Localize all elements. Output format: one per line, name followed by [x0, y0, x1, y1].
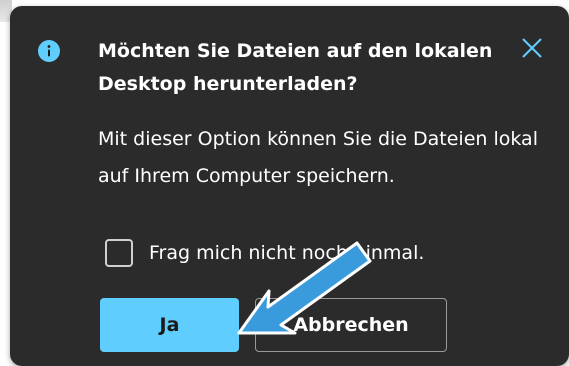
info-icon: [38, 40, 60, 62]
cancel-button[interactable]: Abbrechen: [255, 298, 447, 352]
dont-ask-again-checkbox[interactable]: [105, 239, 133, 267]
dialog-title: Möchten Sie Dateien auf den lokalen Desk…: [98, 40, 493, 95]
close-icon: [521, 37, 543, 63]
dialog-message: Mit dieser Option können Sie die Dateien…: [98, 128, 538, 187]
download-dialog: Möchten Sie Dateien auf den lokalen Desk…: [10, 6, 569, 366]
close-button[interactable]: [516, 34, 548, 66]
confirm-button[interactable]: Ja: [100, 298, 239, 352]
dont-ask-again-label[interactable]: Frag mich nicht noch einmal.: [149, 242, 424, 264]
dont-ask-again-checkbox-row[interactable]: Frag mich nicht noch einmal.: [105, 235, 424, 271]
